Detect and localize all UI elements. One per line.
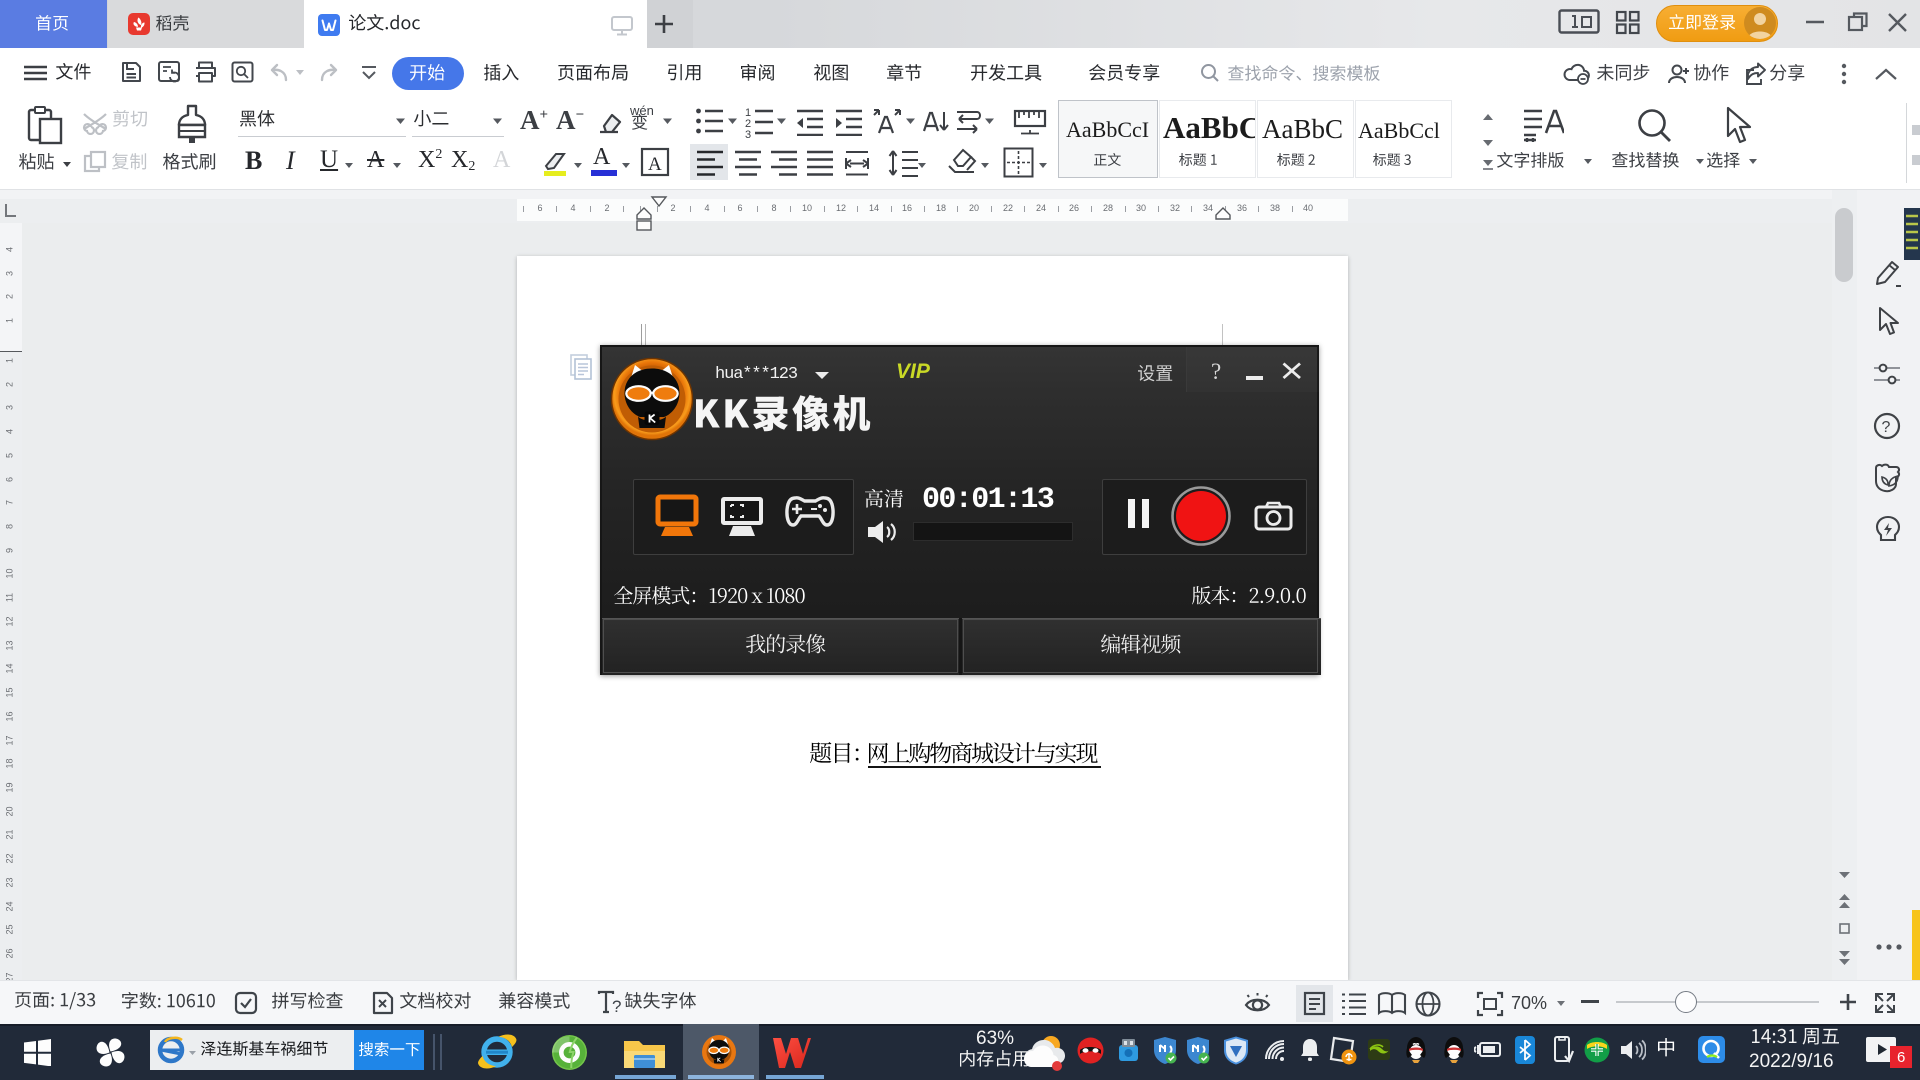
svg-text:3: 3 xyxy=(745,129,751,139)
svg-text:A: A xyxy=(648,154,662,175)
svg-text:?: ? xyxy=(612,997,621,1016)
svg-text:?: ? xyxy=(1882,419,1891,436)
